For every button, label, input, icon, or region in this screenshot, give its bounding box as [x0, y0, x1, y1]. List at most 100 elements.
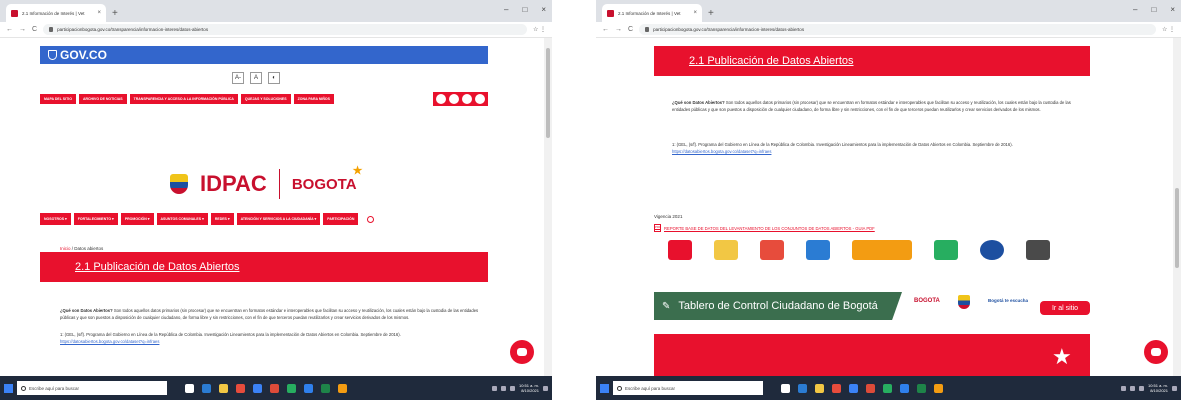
contrast-button[interactable]: ◐ [268, 72, 280, 84]
chrome-icon[interactable] [883, 383, 892, 393]
chat-button[interactable] [510, 340, 534, 364]
nav-asuntos-comunales[interactable]: ASUNTOS COMUNALES ▾ [156, 213, 208, 225]
app-icon[interactable] [866, 383, 875, 393]
browser-tab[interactable]: 2.1 Información de Interés | Vet × [602, 4, 702, 22]
volume-icon[interactable] [509, 385, 515, 391]
minimize-button[interactable]: – [1133, 5, 1137, 14]
partner-logo-icon[interactable] [980, 240, 1004, 260]
edge-icon[interactable] [798, 383, 807, 393]
network-icon[interactable] [1129, 385, 1135, 391]
gov-co-bar[interactable]: GOV.CO [40, 46, 488, 64]
clock[interactable]: 10:51 a. m. 8/10/2021 [1148, 383, 1168, 393]
nav-participacion[interactable]: PARTICIPACIÓN [323, 213, 359, 225]
top-nav-news[interactable]: ARCHIVO DE NOTICIAS [78, 94, 127, 104]
idpac-logo[interactable]: IDPAC [200, 171, 267, 197]
nav-atencion[interactable]: ATENCIÓN Y SERVICIOS A LA CIUDADANÍA ▾ [236, 213, 321, 225]
url-input[interactable]: participacionbogota.gov.co/transparencia… [639, 24, 1156, 35]
taskbar-search[interactable]: Escribe aquí para buscar [613, 381, 763, 395]
bogota-logo[interactable]: BOGOTA ★ [292, 165, 363, 193]
new-tab-button[interactable]: + [708, 8, 714, 19]
partner-logo-icon[interactable] [760, 240, 784, 260]
word-icon[interactable] [900, 383, 909, 393]
section-title[interactable]: 2.1 Publicación de Datos Abiertos [689, 55, 854, 67]
excel-icon[interactable] [917, 383, 926, 393]
edge-icon[interactable] [202, 383, 211, 393]
folder-icon[interactable] [338, 383, 347, 393]
pdf-link-text[interactable]: REPORTE BASE DE DATOS DEL LEVANTAMIENTO … [664, 226, 875, 231]
weather-icon[interactable] [491, 385, 497, 391]
task-view-icon[interactable] [781, 383, 790, 393]
tab-close-icon[interactable]: × [693, 10, 697, 16]
close-window-button[interactable]: × [541, 5, 546, 14]
maximize-button[interactable]: □ [1151, 5, 1156, 14]
nav-fortalecimiento[interactable]: FORTALECIMIENTO ▾ [73, 213, 118, 225]
chrome-icon[interactable] [287, 383, 296, 393]
store-icon[interactable] [253, 383, 262, 393]
extensions-menu[interactable]: ☆ ⋮ [533, 26, 546, 33]
new-tab-button[interactable]: + [112, 8, 118, 19]
nav-nosotros[interactable]: NOSOTROS ▾ [40, 213, 71, 225]
decrease-font-button[interactable]: A- [232, 72, 244, 84]
office-icon[interactable] [236, 383, 245, 393]
reload-button[interactable]: C [32, 26, 37, 33]
extensions-menu[interactable]: ☆ ⋮ [1162, 26, 1175, 33]
store-icon[interactable] [849, 383, 858, 393]
partner-logo-icon[interactable] [934, 240, 958, 260]
nav-promocion[interactable]: PROMOCIÓN ▾ [120, 213, 154, 225]
back-button[interactable]: ← [602, 26, 609, 33]
tablero-banner[interactable]: ✎ Tablero de Control Ciudadano de Bogotá [654, 292, 902, 320]
partner-logo-icon[interactable] [668, 240, 692, 260]
minimize-button[interactable]: – [504, 5, 508, 14]
reference-link[interactable]: https://datosabiertos.bogota.gov.co/data… [60, 339, 159, 344]
clock[interactable]: 10:51 a. m. 8/10/2021 [519, 383, 539, 393]
word-icon[interactable] [304, 383, 313, 393]
windows-start-icon[interactable] [600, 383, 609, 393]
volume-icon[interactable] [1138, 385, 1144, 391]
app-icon[interactable] [270, 383, 279, 393]
twitter-icon[interactable] [449, 94, 459, 104]
windows-start-icon[interactable] [4, 383, 13, 393]
folder-icon[interactable] [934, 383, 943, 393]
top-nav-transparency[interactable]: TRANSPARENCIA Y ACCESO A LA INFORMACIÓN … [129, 94, 238, 104]
youtube-icon[interactable] [462, 94, 472, 104]
forward-button[interactable]: → [19, 26, 26, 33]
pdf-link[interactable]: PDF REPORTE BASE DE DATOS DEL LEVANTAMIE… [654, 224, 875, 232]
ir-al-sitio-button[interactable]: Ir al sitio [1040, 301, 1090, 315]
scrollbar-thumb[interactable] [1175, 188, 1179, 268]
file-explorer-icon[interactable] [815, 383, 824, 393]
instagram-icon[interactable] [475, 94, 485, 104]
close-window-button[interactable]: × [1170, 5, 1175, 14]
page-scrollbar[interactable] [1173, 38, 1181, 376]
taskbar-search[interactable]: Escribe aquí para buscar [17, 381, 167, 395]
normal-font-button[interactable]: A [250, 72, 262, 84]
section-title[interactable]: 2.1 Publicación de Datos Abiertos [75, 261, 240, 273]
search-icon[interactable] [367, 215, 375, 223]
scrollbar-thumb[interactable] [546, 48, 550, 138]
partner-logo-icon[interactable] [852, 240, 912, 260]
office-icon[interactable] [832, 383, 841, 393]
partner-logo-icon[interactable] [1026, 240, 1050, 260]
chat-button[interactable] [1144, 340, 1168, 364]
maximize-button[interactable]: □ [522, 5, 527, 14]
excel-icon[interactable] [321, 383, 330, 393]
top-nav-complaints[interactable]: QUEJAS Y SOLUCIONES [240, 94, 291, 104]
tab-close-icon[interactable]: × [97, 10, 101, 16]
nav-redes[interactable]: REDES ▾ [210, 213, 234, 225]
reload-button[interactable]: C [628, 26, 633, 33]
page-scrollbar[interactable] [544, 38, 552, 376]
weather-icon[interactable] [1120, 385, 1126, 391]
task-view-icon[interactable] [185, 383, 194, 393]
notifications-icon[interactable] [1172, 385, 1177, 391]
network-icon[interactable] [500, 385, 506, 391]
file-explorer-icon[interactable] [219, 383, 228, 393]
partner-logo-icon[interactable] [806, 240, 830, 260]
facebook-icon[interactable] [436, 94, 446, 104]
back-button[interactable]: ← [6, 26, 13, 33]
url-input[interactable]: participacionbogota.gov.co/transparencia… [43, 24, 527, 35]
partner-logo-icon[interactable] [714, 240, 738, 260]
forward-button[interactable]: → [615, 26, 622, 33]
breadcrumb-home-link[interactable]: Inicio [60, 246, 71, 251]
top-nav-kids[interactable]: ZONA PARA NIÑOS [293, 94, 334, 104]
reference-link[interactable]: https://datosabiertos.bogota.gov.co/data… [672, 149, 771, 154]
notifications-icon[interactable] [543, 385, 548, 391]
